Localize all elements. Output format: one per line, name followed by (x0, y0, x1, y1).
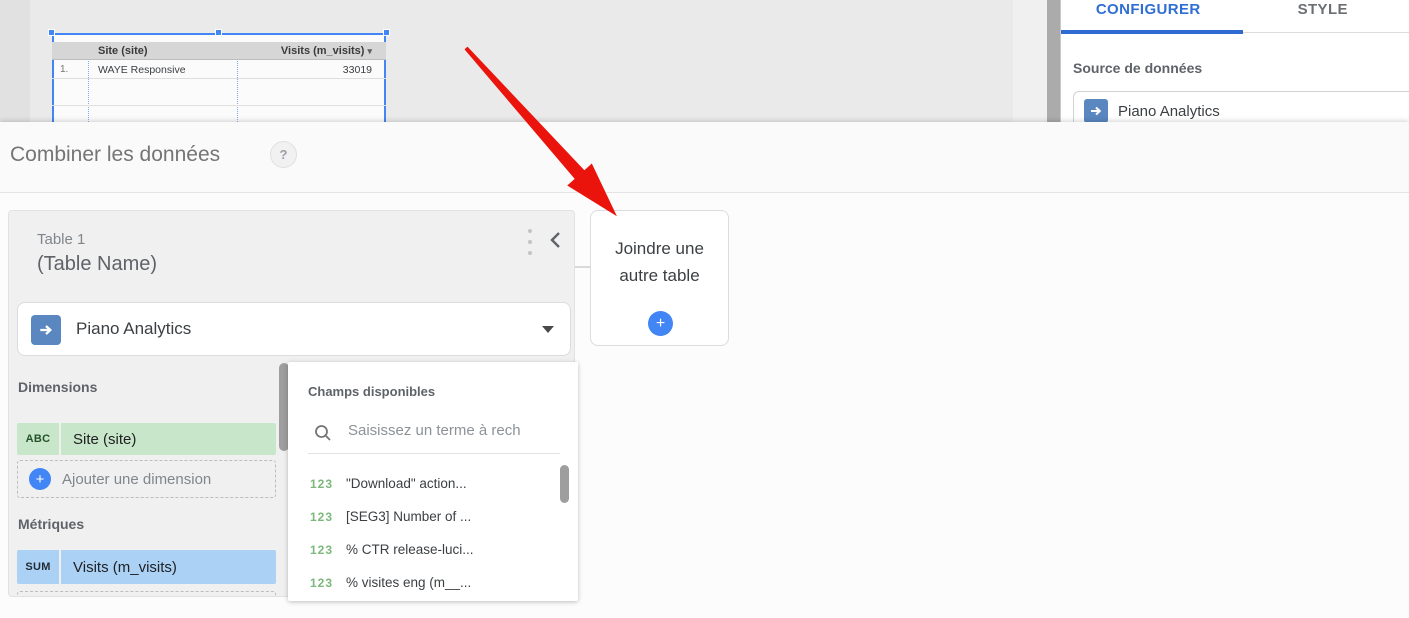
data-source-select[interactable]: Piano Analytics (1073, 91, 1409, 122)
add-dimension-button[interactable]: + Ajouter une dimension (17, 460, 276, 498)
join-table-button[interactable]: Joindre une autre table + (590, 210, 729, 346)
table-data-source-value: Piano Analytics (76, 319, 191, 339)
field-label: "Download" action... (346, 476, 467, 491)
data-source-label: Source de données (1073, 60, 1202, 76)
tab-style[interactable]: STYLE (1236, 0, 1409, 32)
tab-configurer[interactable]: CONFIGURER (1061, 0, 1236, 32)
page-title: Combiner les données (10, 143, 220, 167)
blend-panel-header: Combiner les données ? (0, 122, 1409, 193)
report-table-chart[interactable]: Site (site) Visits (m_visits)▾ 1. WAYE R… (52, 33, 386, 122)
numeric-type-icon: 123 (310, 543, 333, 557)
active-tab-underline (1061, 30, 1243, 34)
table-header-metric-sort[interactable]: Visits (m_visits)▾ (281, 45, 372, 57)
field-label: % visites eng (m__... (346, 575, 471, 590)
piano-analytics-icon (1084, 99, 1108, 122)
fields-scrollbar[interactable] (560, 465, 569, 503)
field-list-item[interactable]: 123 "Download" action... (288, 468, 558, 501)
sum-aggregation-icon: SUM (17, 550, 61, 584)
canvas-scrollbar[interactable] (1047, 0, 1060, 122)
properties-tabs: CONFIGURER STYLE (1061, 0, 1409, 33)
table-row: 1. WAYE Responsive 33019 (52, 60, 386, 79)
add-dimension-label: Ajouter une dimension (62, 471, 211, 488)
dimension-chip[interactable]: ABC Site (site) (17, 423, 276, 455)
numeric-type-icon: 123 (310, 477, 333, 491)
collapse-chevron-icon[interactable] (549, 231, 567, 251)
search-icon (314, 424, 332, 442)
abc-type-icon: ABC (17, 423, 61, 455)
table-data-source-select[interactable]: Piano Analytics (17, 302, 571, 356)
selection-handle[interactable] (48, 29, 55, 36)
row-metric-value: 33019 (343, 64, 372, 76)
selection-handle[interactable] (383, 29, 390, 36)
field-search-input[interactable] (348, 422, 556, 439)
join-label-line1: Joindre une (591, 235, 728, 262)
metrics-label: Métriques (18, 516, 84, 532)
row-dimension-value: WAYE Responsive (98, 64, 186, 76)
table-header-dimension: Site (site) (98, 45, 148, 57)
metric-chip-label: Visits (m_visits) (61, 550, 276, 584)
join-table-label: Joindre une autre table (591, 235, 728, 289)
field-search-row (308, 416, 560, 454)
blend-data-panel: Combiner les données ? Table 1 (Table Na… (0, 122, 1409, 618)
help-button[interactable]: ? (270, 141, 297, 168)
field-list-item[interactable]: 123 [SEG3] Number of ... (288, 501, 558, 534)
plus-icon: + (29, 468, 51, 490)
metric-chip[interactable]: SUM Visits (m_visits) (17, 550, 276, 584)
field-label: % CTR release-luci... (346, 542, 474, 557)
table-card-name[interactable]: (Table Name) (37, 253, 157, 276)
table-header-metric: Visits (m_visits) (281, 45, 365, 57)
dimension-chip-label: Site (site) (61, 423, 276, 455)
kebab-menu-icon[interactable] (523, 229, 537, 259)
canvas-margin (1013, 0, 1047, 122)
table-header-row: Site (site) Visits (m_visits)▾ (52, 42, 386, 60)
numeric-type-icon: 123 (310, 510, 333, 524)
available-fields-title: Champs disponibles (308, 384, 435, 399)
field-label: [SEG3] Number of ... (346, 509, 471, 524)
available-fields-panel: Champs disponibles 123 "Download" action… (288, 362, 578, 601)
join-connector-line (575, 266, 591, 268)
looker-studio-blend-editor: Site (site) Visits (m_visits)▾ 1. WAYE R… (0, 0, 1409, 618)
properties-panel: CONFIGURER STYLE Source de données Piano… (1060, 0, 1409, 122)
dimensions-label: Dimensions (18, 379, 97, 395)
add-metric-button[interactable] (17, 591, 276, 597)
field-list-item[interactable]: 123 % visites eng (m__... (288, 567, 558, 600)
report-editor-region: Site (site) Visits (m_visits)▾ 1. WAYE R… (0, 0, 1409, 122)
table-card-title: Table 1 (37, 231, 85, 248)
row-index: 1. (60, 64, 68, 75)
plus-icon: + (648, 311, 673, 336)
table-empty-row (52, 79, 386, 106)
selection-handle[interactable] (215, 29, 222, 36)
piano-analytics-icon (31, 315, 61, 345)
field-list-item[interactable]: 123 % CTR release-luci... (288, 534, 558, 567)
numeric-type-icon: 123 (310, 576, 333, 590)
join-label-line2: autre table (591, 262, 728, 289)
data-source-value: Piano Analytics (1118, 103, 1220, 120)
dropdown-caret-icon (542, 326, 554, 333)
sort-caret-icon: ▾ (367, 46, 372, 56)
